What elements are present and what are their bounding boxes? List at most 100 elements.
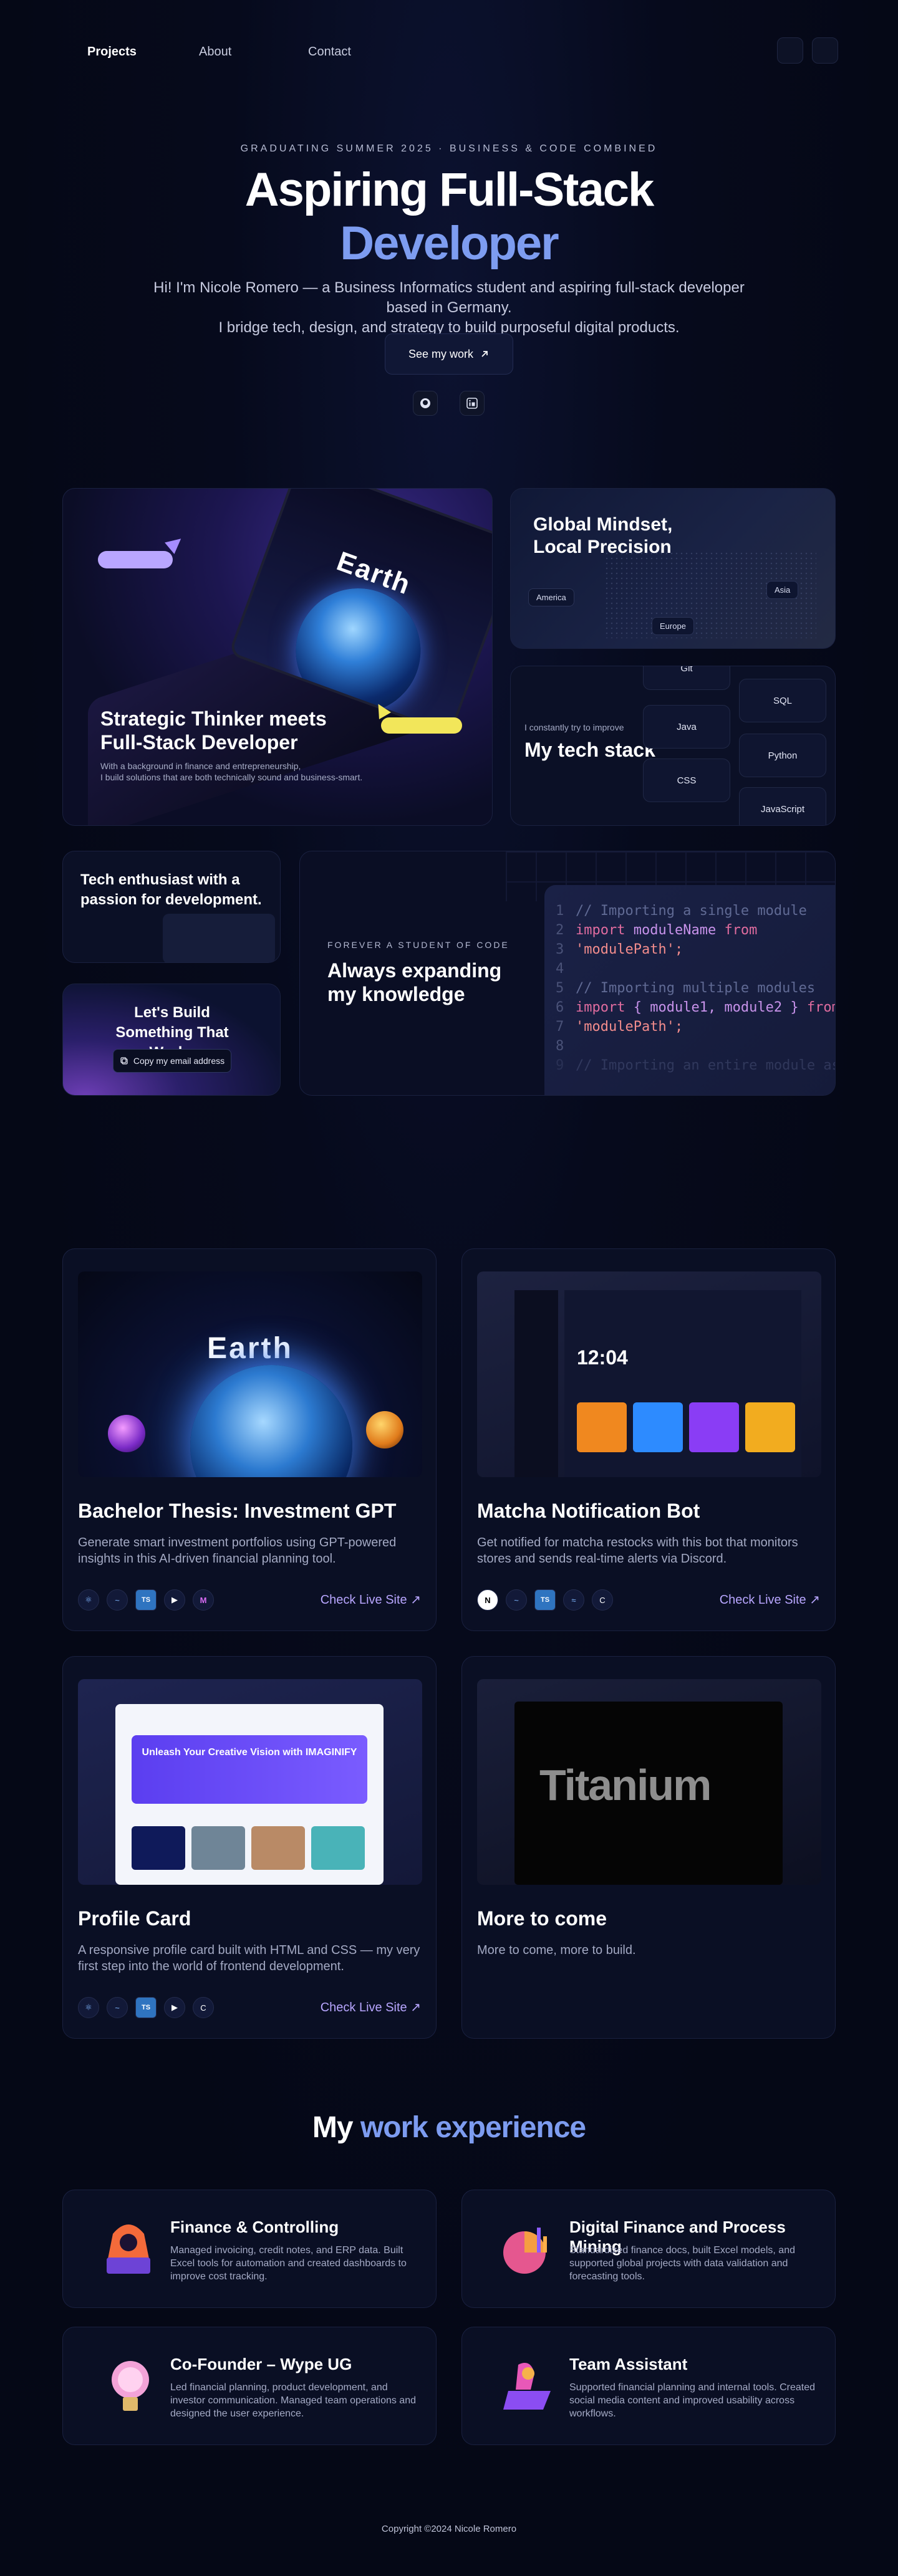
experience-heading-highlight: work experience (360, 2111, 586, 2144)
assistant-illustration-icon (503, 2363, 551, 2410)
code-keyword: import (576, 1000, 625, 1015)
strategic-card: Earth Strategic Thinker meets Full-Stack… (62, 488, 493, 826)
check-live-site-link[interactable]: Check Live Site ↗ (321, 1592, 421, 1607)
line-number: 6 (556, 1000, 564, 1015)
nav-projects[interactable]: Projects (87, 45, 137, 59)
forever-title-line2: my knowledge (327, 983, 465, 1005)
tech-stack-card: I constantly try to improve My tech stac… (510, 666, 836, 826)
strategic-title: Strategic Thinker meets Full-Stack Devel… (100, 707, 327, 754)
thumbnail-title: Titanium (539, 1761, 712, 1809)
check-live-site-link[interactable]: Check Live Site ↗ (321, 1999, 421, 2015)
app-thumbnails (132, 1826, 365, 1870)
check-live-site-link[interactable]: Check Live Site ↗ (720, 1592, 820, 1607)
experience-heading: My work experience (0, 2110, 898, 2145)
dashboard-tile (577, 1402, 627, 1452)
framer-icon: ▶ (164, 1997, 185, 2018)
code-string: 'modulePath'; (576, 942, 683, 957)
code-identifier: moduleName (633, 922, 717, 938)
forever-eyebrow: FOREVER A STUDENT OF CODE (327, 940, 509, 950)
chip-git: Git (643, 666, 730, 690)
thumbnail-image (251, 1826, 305, 1870)
line-number: 9 (556, 1058, 564, 1073)
project-description: Generate smart investment portfolios usi… (78, 1536, 397, 1566)
strategic-text-line2: I build solutions that are both technica… (100, 772, 363, 782)
line-number: 4 (556, 961, 564, 977)
code-keyword: from (724, 922, 758, 938)
live-label: Check Live Site (320, 1593, 407, 1607)
experience-card: Digital Finance and Process Mining Stand… (461, 2190, 836, 2308)
chip-java: Java (643, 705, 730, 749)
project-card: Unleash Your Creative Vision with IMAGIN… (62, 1656, 437, 2039)
live-label: Check Live Site (719, 1593, 806, 1607)
project-tech-icons: ⚛ ~ TS ▶ M (78, 1589, 214, 1611)
tech-enthusiast-card: Tech enthusiast with a passion for devel… (62, 851, 281, 963)
dashboard-tile (633, 1402, 683, 1452)
tailwind-icon: ~ (107, 1589, 128, 1611)
github-icon (420, 398, 430, 408)
chip-css: CSS (643, 759, 730, 802)
tech-small-text: I constantly try to improve (524, 722, 624, 732)
code-string: 'modulePath'; (576, 1019, 683, 1035)
code-comment: // Importing a single module (576, 903, 807, 919)
app-banner-image (132, 1735, 367, 1804)
tailwind-icon: ~ (107, 1997, 128, 2018)
line-number: 7 (556, 1019, 564, 1035)
region-america: America (528, 588, 574, 606)
project-thumbnail: 12:04 (477, 1271, 821, 1477)
mui-icon: M (193, 1589, 214, 1611)
typescript-icon: TS (135, 1589, 157, 1611)
region-europe: Europe (652, 617, 694, 635)
hacker-illustration-icon (107, 2224, 150, 2274)
theme-toggle-button[interactable] (777, 37, 803, 64)
purple-cursor-icon (165, 533, 186, 554)
chart-illustration-icon (503, 2228, 547, 2274)
project-tech-icons: N ~ TS ≈ C (477, 1589, 613, 1611)
code-identifier: { module1, module2 } (633, 1000, 799, 1015)
copy-email-button[interactable]: Copy my email address (113, 1049, 231, 1073)
hero-title-line2: Developer (340, 217, 559, 270)
strategic-text: With a background in finance and entrepr… (100, 760, 362, 783)
forever-title: Always expanding my knowledge (327, 959, 501, 1006)
project-description: Get notified for matcha restocks with th… (477, 1536, 798, 1566)
project-thumbnail: Earth (78, 1271, 422, 1477)
project-title: Bachelor Thesis: Investment GPT (78, 1500, 397, 1522)
arrow-up-right-icon (481, 351, 488, 357)
react-icon: ⚛ (78, 1589, 99, 1611)
typescript-icon: TS (534, 1589, 556, 1611)
nav-contact[interactable]: Contact (308, 45, 351, 59)
linkedin-link[interactable] (460, 391, 485, 416)
experience-card: Co-Founder – Wype UG Led financial plann… (62, 2327, 437, 2445)
thumbnail-image (132, 1826, 185, 1870)
dashboard-clock: 12:04 (577, 1346, 628, 1369)
hero-eyebrow: GRADUATING SUMMER 2025 · BUSINESS & CODE… (240, 143, 658, 154)
project-description: A responsive profile card built with HTM… (78, 1943, 420, 1973)
hero-subtitle: Hi! I'm Nicole Romero — a Business Infor… (137, 278, 761, 338)
code-keyword: from (806, 1000, 835, 1015)
project-tech-icons: ⚛ ~ TS ▶ C (78, 1997, 214, 2018)
line-number: 2 (556, 922, 564, 938)
region-asia: Asia (766, 581, 799, 599)
tech-title: My tech stack (524, 739, 655, 761)
project-card: Titanium More to come More to come, more… (461, 1656, 836, 2039)
dashboard-sidebar-image (514, 1290, 558, 1477)
project-title: Profile Card (78, 1907, 191, 1930)
footer-copyright: Copyright ©2024 Nicole Romero (381, 2524, 517, 2534)
nav-about[interactable]: About (199, 45, 231, 59)
global-mindset-card: Global Mindset, Local Precision America … (510, 488, 836, 649)
copy-email-label: Copy my email address (133, 1056, 225, 1066)
line-number: 1 (556, 903, 564, 919)
github-link[interactable] (413, 391, 438, 416)
hero-title: Aspiring Full-Stack Developer (0, 163, 898, 271)
see-my-work-button[interactable]: See my work (385, 333, 513, 375)
experience-description: Managed invoicing, credit notes, and ERP… (170, 2245, 407, 2282)
stream-icon: ≈ (563, 1589, 584, 1611)
dashboard-tile (745, 1402, 795, 1452)
code-comment: // Importing an entire module as (576, 1058, 836, 1073)
experience-title: Team Assistant (569, 2355, 688, 2373)
menu-button[interactable] (812, 37, 838, 64)
chip-python: Python (739, 734, 826, 777)
experience-description: Supported financial planning and interna… (569, 2382, 816, 2419)
project-card: Earth Bachelor Thesis: Investment GPT Ge… (62, 1248, 437, 1631)
copy-icon (120, 1057, 128, 1065)
c-icon: C (193, 1997, 214, 2018)
